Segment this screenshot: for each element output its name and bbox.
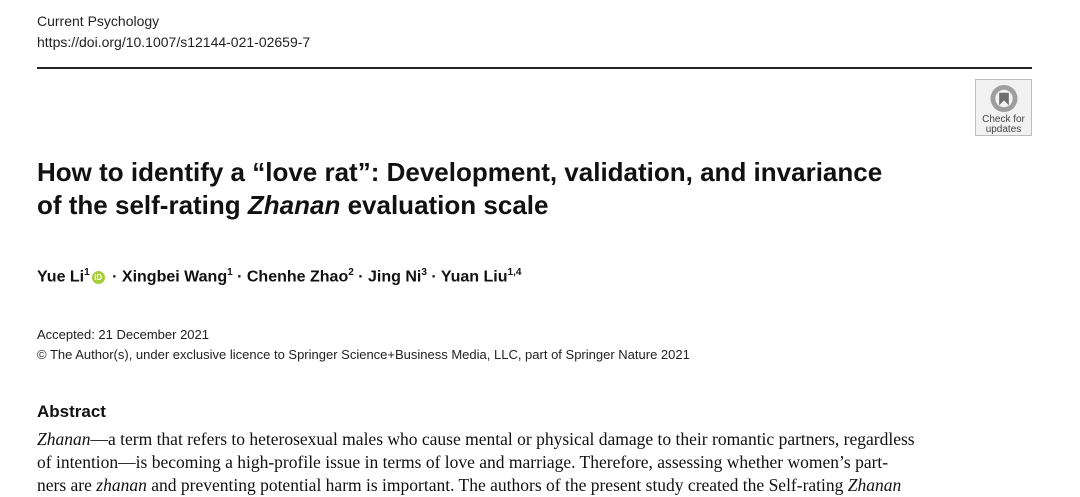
author-name[interactable]: Yuan Liu <box>441 268 508 285</box>
article-title: How to identify a “love rat”: Developmen… <box>37 156 977 222</box>
abstract-em: Zhanan <box>37 429 91 449</box>
journal-header: Current Psychology https://doi.org/10.10… <box>37 11 310 53</box>
title-line-1: How to identify a “love rat”: Developmen… <box>37 157 883 187</box>
abstract-em: Zhanan <box>847 475 902 495</box>
author-affiliation: 3 <box>421 267 427 278</box>
title-line-2-em: Zhanan <box>247 190 341 220</box>
author-list: Yue Li1 iD · Xingbei Wang1 · Chenhe Zhao2… <box>37 267 522 286</box>
publication-dates: Accepted: 21 December 2021 © The Author(… <box>37 325 690 365</box>
author-name[interactable]: Chenhe Zhao <box>247 268 348 285</box>
orcid-icon[interactable]: iD <box>91 271 105 285</box>
abstract-text-run: —a term that refers to heterosexual male… <box>90 429 915 449</box>
badge-label: Check for updates <box>982 115 1025 135</box>
header-rule <box>37 67 1032 69</box>
author-affiliation: 1 <box>84 267 90 278</box>
abstract-text-run: and preventing potential harm is importa… <box>146 475 848 495</box>
abstract-em: zhanan <box>96 475 147 495</box>
journal-name: Current Psychology <box>37 13 160 29</box>
abstract-text: Zhanan—a term that refers to heterosexua… <box>37 428 1035 497</box>
abstract-line-2: of intention—is becoming a high-profile … <box>37 452 889 472</box>
check-for-updates-badge[interactable]: Check for updates <box>975 79 1032 136</box>
title-line-2-pre: of the self-rating <box>37 190 248 220</box>
abstract-line-3: ners are zhanan and preventing potential… <box>37 474 1035 497</box>
author-name[interactable]: Jing Ni <box>368 268 421 285</box>
doi-link[interactable]: https://doi.org/10.1007/s12144-021-02659… <box>37 32 310 53</box>
check-for-updates-icon <box>989 84 1018 113</box>
author-name[interactable]: Xingbei Wang <box>122 268 227 285</box>
copyright-notice: © The Author(s), under exclusive licence… <box>37 347 690 362</box>
author-affiliation: 1 <box>227 267 233 278</box>
badge-line-2: updates <box>985 124 1022 135</box>
title-line-2-post: evaluation scale <box>340 190 549 220</box>
accepted-date: Accepted: 21 December 2021 <box>37 327 209 342</box>
author-name[interactable]: Yue Li <box>37 268 84 285</box>
abstract-line-1: Zhanan—a term that refers to heterosexua… <box>37 428 1035 451</box>
author-affiliation: 1,4 <box>507 267 522 278</box>
author-affiliation: 2 <box>348 267 354 278</box>
abstract-text-run: ners are <box>37 475 97 495</box>
abstract-heading: Abstract <box>37 402 106 421</box>
title-line-2: of the self-rating Zhanan evaluation sca… <box>37 189 977 222</box>
